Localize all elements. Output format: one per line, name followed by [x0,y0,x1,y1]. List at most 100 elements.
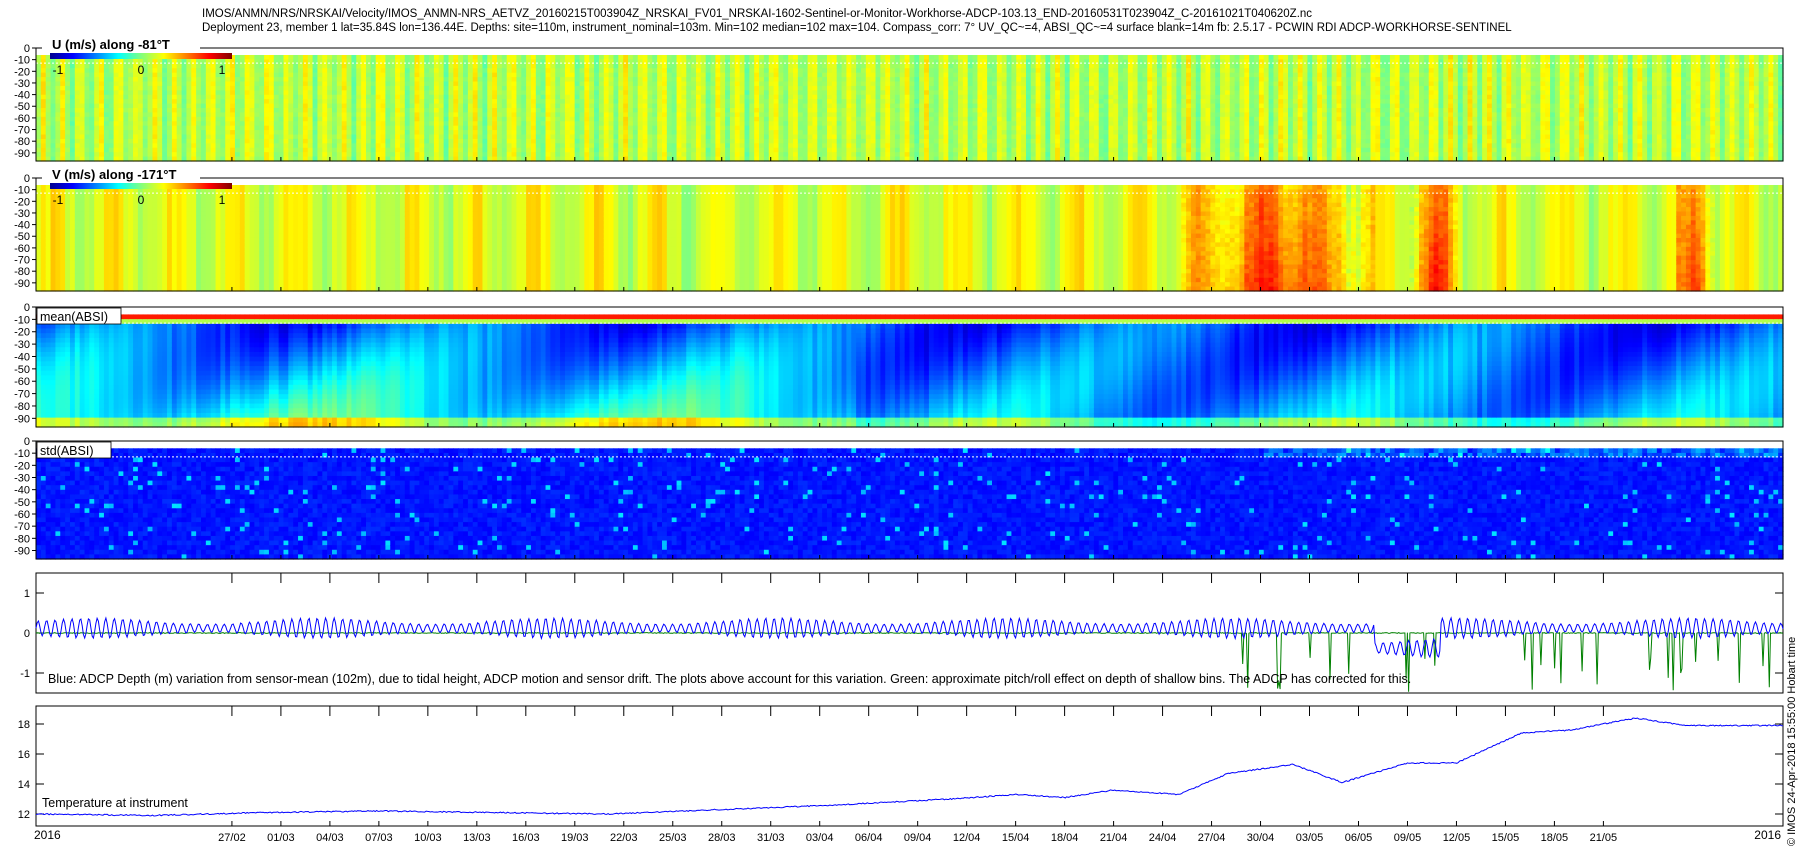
heatmap-cell [250,64,255,69]
heatmap-cell [182,152,187,157]
heatmap-cell [264,139,269,144]
heatmap-cell [152,112,157,117]
heatmap-cell [157,68,162,73]
heatmap-cell [254,55,259,60]
heatmap-cell [133,77,138,82]
heatmap-cell [148,143,153,148]
heatmap-cell [85,152,90,157]
heatmap-cell [65,77,70,82]
heatmap-cell [225,64,230,69]
heatmap-cell [201,64,206,69]
heatmap-cell [51,112,56,117]
heatmap-cell [104,108,109,113]
heatmap-cell [211,108,216,113]
heatmap-cell [201,86,206,91]
heatmap-cell [104,130,109,135]
heatmap-cell [245,152,250,157]
heatmap-cell [177,112,182,117]
heatmap-cell [211,81,216,86]
heatmap-cell [70,152,75,157]
heatmap-cell [196,126,201,131]
heatmap-cell [36,95,41,100]
heatmap-cell [182,99,187,104]
heatmap-cell [138,81,143,86]
heatmap-cell [240,77,245,82]
heatmap-cell [240,112,245,117]
heatmap-cell [80,121,85,126]
heatmap-cell [85,77,90,82]
heatmap-cell [133,130,138,135]
heatmap-cell [254,126,259,131]
heatmap-cell [46,86,51,91]
heatmap-cell [41,73,46,78]
heatmap-cell [254,139,259,144]
heatmap-cell [128,99,133,104]
heatmap-cell [157,148,162,153]
heatmap-cell [99,126,104,131]
heatmap-cell [172,117,177,122]
heatmap-cell [138,108,143,113]
heatmap-cell [60,139,65,144]
heatmap-cell [128,152,133,157]
heatmap-cell [36,152,41,157]
heatmap-cell [138,86,143,91]
heatmap-cell [138,104,143,109]
heatmap-cell [206,73,211,78]
heatmap-cell [109,112,114,117]
heatmap-cell [254,112,259,117]
heatmap-cell [254,86,259,91]
heatmap-cell [109,81,114,86]
heatmap-cell [89,104,94,109]
heatmap-cell [65,121,70,126]
heatmap-cell [133,117,138,122]
heatmap-cell [75,112,80,117]
heatmap-cell [143,139,148,144]
heatmap-cell [240,64,245,69]
heatmap-cell [85,117,90,122]
heatmap-cell [162,59,167,64]
heatmap-cell [250,130,255,135]
heatmap-cell [119,95,124,100]
heatmap-cell [264,104,269,109]
heatmap-cell [123,135,128,140]
heatmap-cell [167,99,172,104]
heatmap-cell [250,148,255,153]
heatmap-cell [177,104,182,109]
heatmap-cell [138,152,143,157]
heatmap-cell [41,68,46,73]
heatmap-cell [99,135,104,140]
heatmap-cell [216,130,221,135]
heatmap-cell [148,81,153,86]
heatmap-cell [85,86,90,91]
heatmap-cell [211,104,216,109]
heatmap-cell [75,73,80,78]
heatmap-cell [225,90,230,95]
heatmap-cell [60,104,65,109]
heatmap-cell [80,77,85,82]
heatmap-cell [167,68,172,73]
heatmap-cell [225,68,230,73]
heatmap-cell [235,90,240,95]
heatmap-cell [162,121,167,126]
heatmap-cell [220,108,225,113]
heatmap-cell [65,139,70,144]
heatmap-cell [148,152,153,157]
heatmap-cell [80,152,85,157]
heatmap-cell [235,112,240,117]
heatmap-cell [201,108,206,113]
heatmap-cell [46,64,51,69]
heatmap-cell [109,59,114,64]
heatmap-cell [157,117,162,122]
heatmap-cell [119,108,124,113]
heatmap-cell [211,95,216,100]
heatmap-cell [60,117,65,122]
heatmap-cell [225,135,230,140]
heatmap-cell [264,108,269,113]
heatmap-cells-u-velocity [36,55,1784,162]
heatmap-cell [240,143,245,148]
heatmap-cell [89,95,94,100]
heatmap-cell [191,95,196,100]
heatmap-cell [138,121,143,126]
heatmap-cell [177,135,182,140]
heatmap-cell [41,139,46,144]
